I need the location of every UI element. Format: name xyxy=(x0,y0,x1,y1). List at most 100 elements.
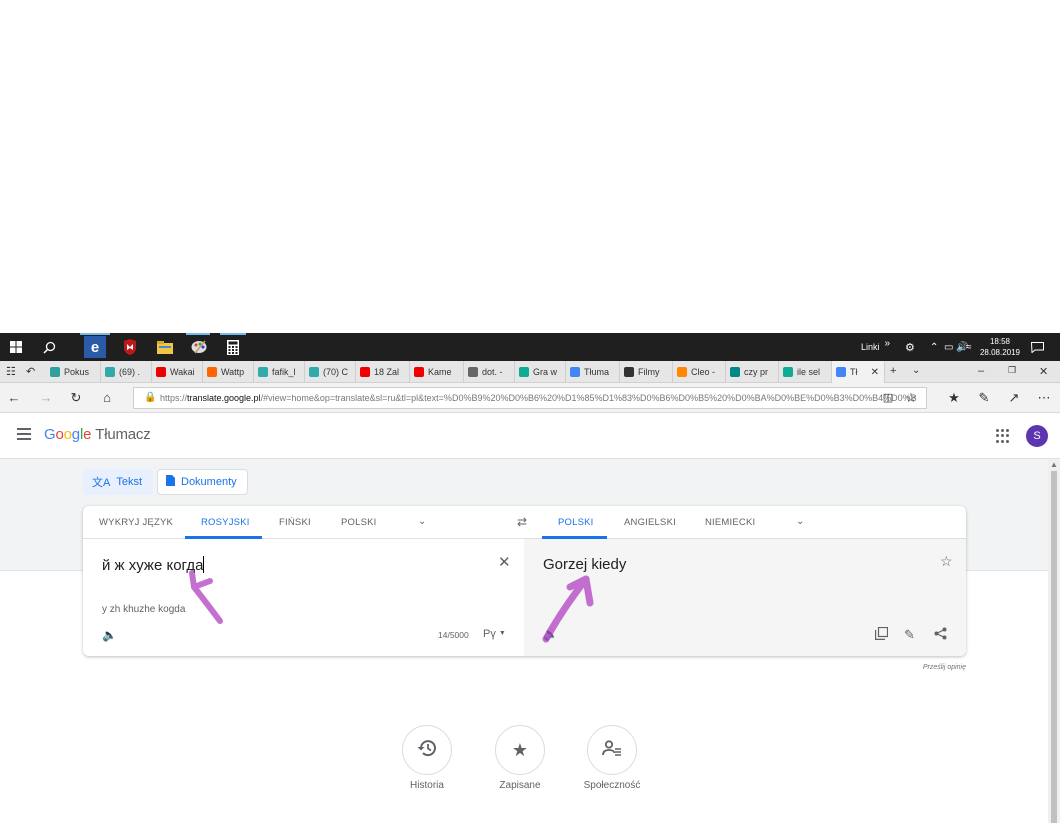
calculator-icon[interactable] xyxy=(222,336,244,358)
source-text-input[interactable]: й ж хуже когда xyxy=(102,556,205,574)
links-toolbar[interactable]: Linki» xyxy=(861,333,890,361)
google-translate-logo[interactable]: Google Tłumacz xyxy=(44,426,151,443)
source-panel[interactable]: й ж хуже когда ✕ y zh khuzhe kogda 🔈 14/… xyxy=(83,539,524,656)
clear-source-icon[interactable]: ✕ xyxy=(498,553,511,571)
browser-tab[interactable]: (69) . xyxy=(101,361,152,383)
edit-pencil-icon[interactable]: ✎ xyxy=(904,627,915,643)
more-icon[interactable]: ⋯ xyxy=(1036,390,1052,406)
tab-label: Wakai xyxy=(170,367,195,377)
tab-label: czy pr xyxy=(744,367,769,377)
browser-tab[interactable]: 18 Zal xyxy=(356,361,410,383)
logo-letter: e xyxy=(83,426,92,443)
url-rest: /#view=home&op=translate&sl=ru&tl=pl&tex… xyxy=(260,393,917,403)
tab-favicon-icon xyxy=(360,367,370,377)
keyboard-selector[interactable]: Рү ▼ xyxy=(483,628,506,640)
avatar[interactable]: S xyxy=(1026,425,1048,447)
copy-icon[interactable] xyxy=(875,626,889,643)
windows-start-icon[interactable] xyxy=(5,336,27,358)
google-apps-icon[interactable] xyxy=(996,429,1010,443)
source-more-chevron-icon[interactable]: ⌄ xyxy=(418,516,426,527)
swap-languages-icon[interactable]: ⇄ xyxy=(517,515,527,529)
document-icon xyxy=(166,475,175,489)
hamburger-menu-icon[interactable] xyxy=(17,428,31,440)
edge-browser-icon[interactable]: e xyxy=(84,336,106,358)
people-icon[interactable]: ⚙ xyxy=(905,333,915,361)
browser-tab[interactable]: Tłuma xyxy=(566,361,620,383)
browser-tab[interactable]: fafik_l xyxy=(254,361,305,383)
clock[interactable]: 18:58 28.08.2019 xyxy=(978,336,1022,358)
new-tab-button[interactable]: + xyxy=(890,365,896,377)
blank-area xyxy=(0,0,1060,333)
browser-tab[interactable]: Tł ✕ xyxy=(832,361,885,383)
source-lang-russian[interactable]: ROSYJSKI xyxy=(201,517,250,528)
wifi-icon[interactable]: ≈ xyxy=(966,333,972,361)
browser-tab[interactable]: Cleo - xyxy=(673,361,726,383)
logo-letter: o xyxy=(55,426,64,443)
close-tab-icon[interactable]: ✕ xyxy=(871,367,879,378)
tabs-aside-icon[interactable]: ↶ xyxy=(26,365,35,378)
listen-translation-icon[interactable]: 🔈 xyxy=(543,627,558,641)
browser-tab[interactable]: Wakai xyxy=(152,361,203,383)
browser-tab[interactable]: Kame xyxy=(410,361,464,383)
tab-favicon-icon xyxy=(468,367,478,377)
favorite-star-icon[interactable]: ☆ xyxy=(903,390,919,406)
refresh-button[interactable]: ↻ xyxy=(68,390,84,406)
minimize-button[interactable]: – xyxy=(978,365,984,377)
reading-view-icon[interactable]: ◫ xyxy=(880,391,896,404)
tab-label: Kame xyxy=(428,367,452,377)
browser-tab[interactable]: (70) C xyxy=(305,361,356,383)
paint-icon[interactable] xyxy=(188,336,210,358)
action-center-icon[interactable] xyxy=(1031,333,1044,361)
battery-icon[interactable]: ▭ xyxy=(944,333,953,361)
browser-tab[interactable]: Filmy xyxy=(620,361,673,383)
tab-favicon-icon xyxy=(105,367,115,377)
mcafee-icon[interactable] xyxy=(119,336,141,358)
tab-favicon-icon xyxy=(309,367,319,377)
save-translation-star-icon[interactable]: ☆ xyxy=(940,553,953,570)
tab-favicon-icon xyxy=(414,367,424,377)
share-icon[interactable]: ↗ xyxy=(1006,390,1022,406)
home-button[interactable]: ⌂ xyxy=(99,390,115,405)
pen-notes-icon[interactable]: ✎ xyxy=(976,390,992,406)
address-bar[interactable]: 🔒 https://translate.google.pl/#view=home… xyxy=(133,387,927,409)
source-lang-finnish[interactable]: FIŃSKI xyxy=(279,517,311,528)
file-explorer-icon[interactable] xyxy=(154,336,176,358)
browser-tab[interactable]: dot. - xyxy=(464,361,515,383)
tab-favicon-icon xyxy=(730,367,740,377)
source-lang-detect[interactable]: WYKRYJ JĘZYK xyxy=(99,517,173,528)
source-lang-polish[interactable]: POLSKI xyxy=(341,517,377,528)
documents-mode-button[interactable]: Dokumenty xyxy=(157,469,248,495)
saved-button[interactable]: ★ xyxy=(495,725,545,775)
listen-source-icon[interactable]: 🔈 xyxy=(102,628,117,642)
community-button[interactable] xyxy=(587,725,637,775)
tab-favicon-icon xyxy=(207,367,217,377)
tab-label: Pokus xyxy=(64,367,90,377)
target-lang-german[interactable]: NIEMIECKI xyxy=(705,517,755,528)
url-prefix: https:// xyxy=(160,393,188,403)
documents-mode-label: Dokumenty xyxy=(181,476,237,488)
browser-tab[interactable]: Pokus xyxy=(46,361,101,383)
target-lang-english[interactable]: ANGIELSKI xyxy=(624,517,676,528)
page-scrollbar[interactable]: ▲ xyxy=(1048,459,1060,823)
send-feedback-link[interactable]: Prześlij opinię xyxy=(880,664,966,671)
product-name: Tłumacz xyxy=(95,426,151,443)
share-translation-icon[interactable] xyxy=(934,627,947,643)
browser-navbar: ← → ↻ ⌂ 🔒 https://translate.google.pl/#v… xyxy=(0,383,1060,413)
tab-preview-icon[interactable]: ☷ xyxy=(6,365,16,378)
browser-tab[interactable]: Wattp xyxy=(203,361,254,383)
window-close-button[interactable]: ✕ xyxy=(1039,365,1048,378)
target-lang-polish[interactable]: POLSKI xyxy=(558,517,594,528)
tab-list-chevron-icon[interactable]: ⌄ xyxy=(912,365,920,376)
browser-tab[interactable]: ile sel xyxy=(779,361,832,383)
back-button[interactable]: ← xyxy=(6,390,22,405)
history-button[interactable] xyxy=(402,725,452,775)
forward-button[interactable]: → xyxy=(38,390,54,405)
tray-chevron-icon[interactable]: ⌃ xyxy=(930,333,938,361)
search-icon[interactable] xyxy=(38,336,60,358)
text-mode-button[interactable]: 文A Tekst xyxy=(83,469,154,495)
restore-button[interactable]: ❐ xyxy=(1008,365,1016,376)
favorites-hub-icon[interactable]: ★ xyxy=(946,390,962,406)
browser-tab[interactable]: Gra w xyxy=(515,361,566,383)
target-more-chevron-icon[interactable]: ⌄ xyxy=(796,516,804,527)
browser-tab[interactable]: czy pr xyxy=(726,361,779,383)
